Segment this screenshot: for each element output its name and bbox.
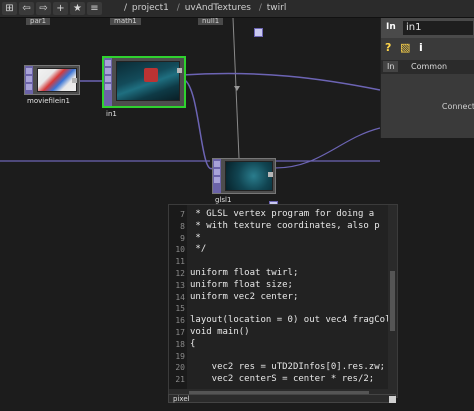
- node-preview-image: [225, 161, 273, 191]
- path-sep: /: [258, 3, 262, 13]
- line-number: 11: [175, 257, 185, 267]
- code-line[interactable]: */: [190, 244, 206, 254]
- node-flags[interactable]: [25, 66, 33, 94]
- path-sep: /: [124, 3, 128, 13]
- vertical-scrollbar[interactable]: [388, 205, 397, 397]
- line-number: 15: [175, 304, 185, 314]
- line-number: 19: [175, 351, 185, 361]
- output-connector[interactable]: [268, 172, 273, 177]
- favorite-icon[interactable]: ★: [70, 2, 85, 15]
- node-label-math1[interactable]: math1: [110, 18, 141, 25]
- line-number: 17: [175, 328, 185, 337]
- param-icons: ? ▧ i: [381, 38, 474, 58]
- code-line[interactable]: uniform vec2 center;: [190, 292, 298, 302]
- node-label-null1[interactable]: null1: [198, 18, 224, 25]
- line-number: 16: [175, 316, 185, 326]
- forward-button[interactable]: ⇨: [36, 2, 51, 15]
- param-tabs: In Common: [381, 60, 474, 74]
- line-number: 21: [175, 375, 185, 385]
- code-line[interactable]: * with texture coordinates, also p: [190, 221, 379, 231]
- resize-handle[interactable]: [389, 396, 396, 403]
- op-name-field[interactable]: in1: [403, 21, 473, 35]
- add-button[interactable]: +: [53, 2, 68, 15]
- line-number: 9: [180, 233, 185, 243]
- code-line[interactable]: uniform float twirl;: [190, 268, 298, 278]
- parameter-panel: In in1 ? ▧ i In Common Connect: [380, 18, 474, 138]
- node-flags[interactable]: [213, 159, 221, 193]
- connect-label: Connect: [441, 102, 474, 111]
- line-number: 20: [175, 363, 185, 373]
- node-preview-image: [37, 68, 77, 92]
- code-line[interactable]: * GLSL vertex program for doing a: [190, 209, 374, 219]
- param-header: In in1: [381, 18, 474, 38]
- menu-icon[interactable]: ≡: [87, 2, 102, 15]
- code-line[interactable]: void main(): [190, 327, 250, 337]
- node-moviefilein1[interactable]: moviefilein1: [24, 65, 80, 105]
- line-number-gutter: 7 8 9 10 11 12 13 14 15 16 17 18 19 20 21: [169, 205, 187, 397]
- code-editor[interactable]: 7 8 9 10 11 12 13 14 15 16 17 18 19 20 21 * GLSL verte…: [168, 204, 398, 398]
- line-number: 12: [175, 269, 185, 278]
- node-glsl1[interactable]: glsl1: [212, 158, 276, 204]
- line-number: 13: [175, 280, 185, 290]
- line-number: 14: [175, 292, 185, 302]
- node-name: moviefilein1: [27, 97, 70, 105]
- output-connector[interactable]: [72, 78, 77, 83]
- node-flags[interactable]: [104, 58, 112, 106]
- scrollbar-thumb[interactable]: [390, 271, 395, 331]
- wire-arrow-icon: [234, 86, 240, 91]
- help-icon[interactable]: ?: [385, 41, 391, 54]
- code-line[interactable]: *: [190, 233, 200, 243]
- output-connector[interactable]: [177, 68, 182, 73]
- node-in1[interactable]: in1: [102, 56, 186, 118]
- editor-footer: pixel: [168, 394, 396, 403]
- node-label-par1[interactable]: par1: [26, 18, 51, 25]
- node-name: in1: [106, 110, 117, 118]
- network-editor[interactable]: par1 math1 null1 moviefilein1 in1 glsl1 …: [0, 18, 474, 411]
- breadcrumb-uvandtextures[interactable]: uvAndTextures: [185, 3, 251, 13]
- line-number: 8: [180, 221, 185, 231]
- info-icon[interactable]: i: [419, 41, 423, 54]
- home-button[interactable]: ⊞: [2, 2, 17, 15]
- breadcrumb: / project1 / uvAndTextures / twirl: [124, 3, 288, 13]
- wire-glsl1-out: [274, 127, 381, 169]
- line-number: 7: [180, 210, 185, 219]
- back-button[interactable]: ⇦: [19, 2, 34, 15]
- code-line[interactable]: uniform float size;: [190, 280, 293, 290]
- code-line[interactable]: layout(location = 0) out vec4 fragCol: [190, 315, 390, 325]
- code-line[interactable]: {: [190, 339, 195, 349]
- code-line[interactable]: vec2 centerS = center * res/2;: [190, 374, 375, 384]
- breadcrumb-project1[interactable]: project1: [132, 3, 169, 13]
- wire-in1-right: [181, 72, 381, 91]
- node-name: glsl1: [215, 196, 232, 204]
- wire-in1-glsl1: [181, 78, 214, 170]
- connector-icon[interactable]: [254, 28, 263, 37]
- network-toolbar: ⊞ ⇦ ⇨ + ★ ≡ / project1 / uvAndTextures /…: [0, 0, 474, 18]
- preview-detail: [144, 68, 158, 82]
- tab-in[interactable]: In: [383, 61, 399, 72]
- python-help-icon[interactable]: ▧: [400, 41, 410, 54]
- code-line[interactable]: vec2 res = uTD2DInfos[0].res.zw;: [190, 362, 385, 372]
- tab-common[interactable]: Common: [407, 61, 451, 72]
- line-number: 18: [175, 339, 185, 349]
- op-type-label: In: [386, 22, 396, 32]
- breadcrumb-twirl[interactable]: twirl: [267, 3, 287, 13]
- path-sep: /: [176, 3, 180, 13]
- line-number: 10: [175, 245, 185, 255]
